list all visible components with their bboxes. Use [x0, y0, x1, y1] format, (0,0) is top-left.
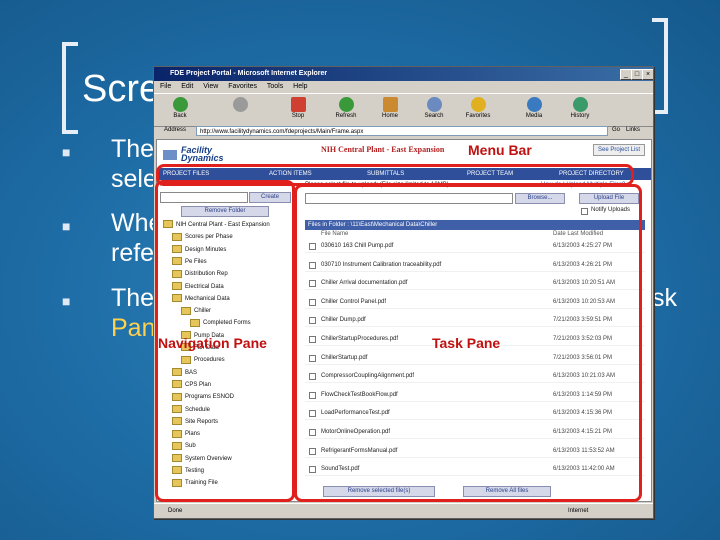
task-pane-annotation: Task Pane: [432, 335, 501, 351]
address-bar: Address http://www.facilitydynamics.com/…: [154, 125, 653, 138]
stop-icon: [290, 97, 306, 112]
project-title: NIH Central Plant - East Expansion: [321, 145, 445, 154]
status-zone: Internet: [568, 508, 589, 514]
back-icon: [172, 97, 188, 112]
favorites-icon: [470, 97, 486, 112]
home-icon: [382, 97, 398, 112]
bullet-3-line-1-tail: sk: [652, 284, 677, 312]
see-project-list-button[interactable]: See Project List: [593, 144, 645, 156]
bullet-marker: ■: [62, 293, 71, 309]
title-bracket-right: [652, 18, 668, 114]
media-icon: [526, 97, 542, 112]
menu-view[interactable]: View: [203, 83, 218, 90]
navigation-pane-annotation: Navigation Pane: [158, 335, 267, 351]
logo-stripe-icon: [163, 150, 177, 160]
bullet-1-line-1: The: [111, 135, 155, 163]
menu-file[interactable]: File: [160, 83, 171, 90]
menu-help[interactable]: Help: [293, 83, 307, 90]
bullet-marker: ■: [62, 144, 71, 160]
logo-line-2: Dynamics: [181, 153, 224, 163]
address-label: Address: [164, 127, 187, 133]
address-input[interactable]: http://www.facilitydynamics.com/fdeproje…: [196, 126, 608, 136]
menu-tools[interactable]: Tools: [267, 83, 283, 90]
search-icon: [426, 97, 442, 112]
forward-button[interactable]: [222, 96, 258, 124]
links-button[interactable]: Links: [626, 127, 640, 133]
bullet-3-line-1: The: [111, 284, 155, 312]
close-icon[interactable]: ×: [642, 69, 653, 80]
menu-edit[interactable]: Edit: [181, 83, 193, 90]
bullet-marker: ■: [62, 218, 71, 234]
title-bracket-left: [62, 42, 78, 134]
forward-icon: [232, 97, 248, 112]
bullet-3-line-2: Pan: [111, 314, 156, 342]
status-text: Done: [168, 508, 183, 514]
bullet-2-line-2: refe: [111, 239, 155, 267]
site-logo: Facility Dynamics: [163, 144, 243, 164]
back-button[interactable]: Back: [162, 96, 198, 124]
favorites-button[interactable]: Favorites: [460, 96, 496, 124]
history-button[interactable]: History: [562, 96, 598, 124]
history-icon: [572, 97, 588, 112]
menu-bar-annotation: Menu Bar: [468, 142, 532, 158]
window-titlebar: FDE Project Portal - Microsoft Internet …: [154, 67, 653, 81]
home-button[interactable]: Home: [372, 96, 408, 124]
slide-title: Scre: [82, 68, 161, 110]
search-button[interactable]: Search: [416, 96, 452, 124]
refresh-button[interactable]: Refresh: [328, 96, 364, 124]
refresh-icon: [338, 97, 354, 112]
bullet-1-line-2: sele: [111, 165, 157, 193]
go-button[interactable]: Go: [612, 127, 620, 133]
status-bar: Done Internet: [154, 503, 653, 517]
media-button[interactable]: Media: [516, 96, 552, 124]
window-title: FDE Project Portal - Microsoft Internet …: [170, 70, 328, 77]
menu-favorites[interactable]: Favorites: [228, 83, 257, 90]
stop-button[interactable]: Stop: [280, 96, 316, 124]
browser-menubar: File Edit View Favorites Tools Help: [154, 81, 653, 93]
browser-toolbar: Back Stop Refresh Home Search Favorites …: [154, 93, 653, 127]
